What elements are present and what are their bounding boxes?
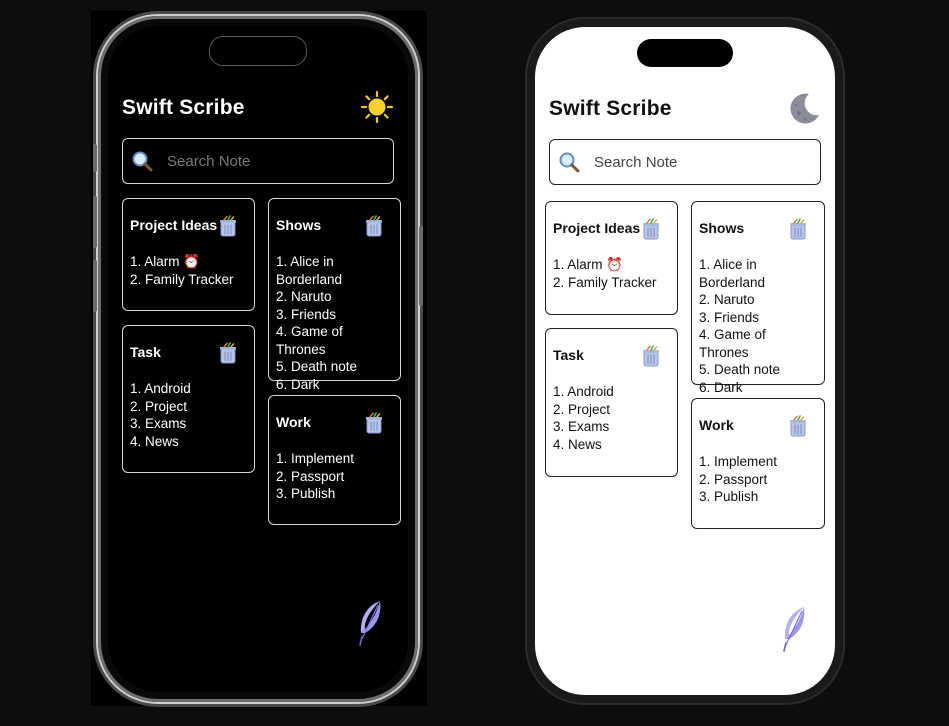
note-card[interactable]: Shows 1. Alice in Borderland 2. Naruto 3…	[268, 198, 401, 392]
dynamic-island	[637, 39, 733, 67]
volume-down-button	[93, 260, 97, 312]
note-body: 1. Android 2. Project 3. Exams 4. News	[553, 384, 614, 452]
mute-switch	[93, 144, 97, 172]
dynamic-island	[209, 36, 307, 66]
note-body: 1. Alice in Borderland 2. Naruto 3. Frie…	[276, 254, 358, 392]
app-title: Swift Scribe	[122, 96, 245, 119]
search-icon	[559, 152, 580, 173]
trash-icon[interactable]	[788, 415, 808, 437]
search-input[interactable]: Search Note	[594, 154, 677, 171]
search-input[interactable]: Search Note	[167, 153, 250, 170]
note-body: 1. Alarm ⏰ 2. Family Tracker	[130, 254, 234, 287]
screen-light: Swift Scribe Search Note Project Ideas 1…	[535, 27, 835, 695]
trash-icon[interactable]	[641, 345, 661, 367]
power-button	[419, 226, 423, 306]
note-body: 1. Alarm ⏰ 2. Family Tracker	[553, 257, 657, 290]
trash-icon[interactable]	[364, 215, 384, 237]
phone-light-mode: Swift Scribe Search Note Project Ideas 1…	[527, 19, 843, 703]
trash-icon[interactable]	[218, 215, 238, 237]
note-card[interactable]: Work 1. Implement 2. Passport 3. Publish	[268, 395, 401, 525]
moon-icon[interactable]	[787, 91, 821, 125]
note-card[interactable]: Shows 1. Alice in Borderland 2. Naruto 3…	[691, 201, 825, 395]
feather-icon[interactable]	[356, 599, 386, 647]
volume-up-button	[93, 196, 97, 248]
trash-icon[interactable]	[364, 412, 384, 434]
screen-dark: Swift Scribe Search Note Project Ideas 1…	[108, 26, 408, 692]
trash-icon[interactable]	[641, 218, 661, 240]
note-body: 1. Android 2. Project 3. Exams 4. News	[130, 381, 191, 449]
note-card[interactable]: Project Ideas 1. Alarm ⏰ 2. Family Track…	[545, 201, 678, 315]
search-bar[interactable]: Search Note	[122, 138, 394, 184]
search-icon	[132, 151, 153, 172]
feather-icon[interactable]	[780, 605, 810, 653]
note-card[interactable]: Work 1. Implement 2. Passport 3. Publish	[691, 398, 825, 529]
note-body: 1. Alice in Borderland 2. Naruto 3. Frie…	[699, 257, 781, 395]
sun-icon[interactable]	[360, 90, 394, 124]
note-body: 1. Implement 2. Passport 3. Publish	[699, 454, 778, 504]
search-bar[interactable]: Search Note	[549, 139, 821, 185]
note-body: 1. Implement 2. Passport 3. Publish	[276, 451, 355, 501]
note-card[interactable]: Task 1. Android 2. Project 3. Exams 4. N…	[122, 325, 255, 473]
trash-icon[interactable]	[788, 218, 808, 240]
note-card[interactable]: Project Ideas 1. Alarm ⏰ 2. Family Track…	[122, 198, 255, 311]
app-title: Swift Scribe	[549, 97, 672, 120]
note-card[interactable]: Task 1. Android 2. Project 3. Exams 4. N…	[545, 328, 678, 477]
phone-dark-mode: Swift Scribe Search Note Project Ideas 1…	[93, 16, 423, 702]
trash-icon[interactable]	[218, 342, 238, 364]
